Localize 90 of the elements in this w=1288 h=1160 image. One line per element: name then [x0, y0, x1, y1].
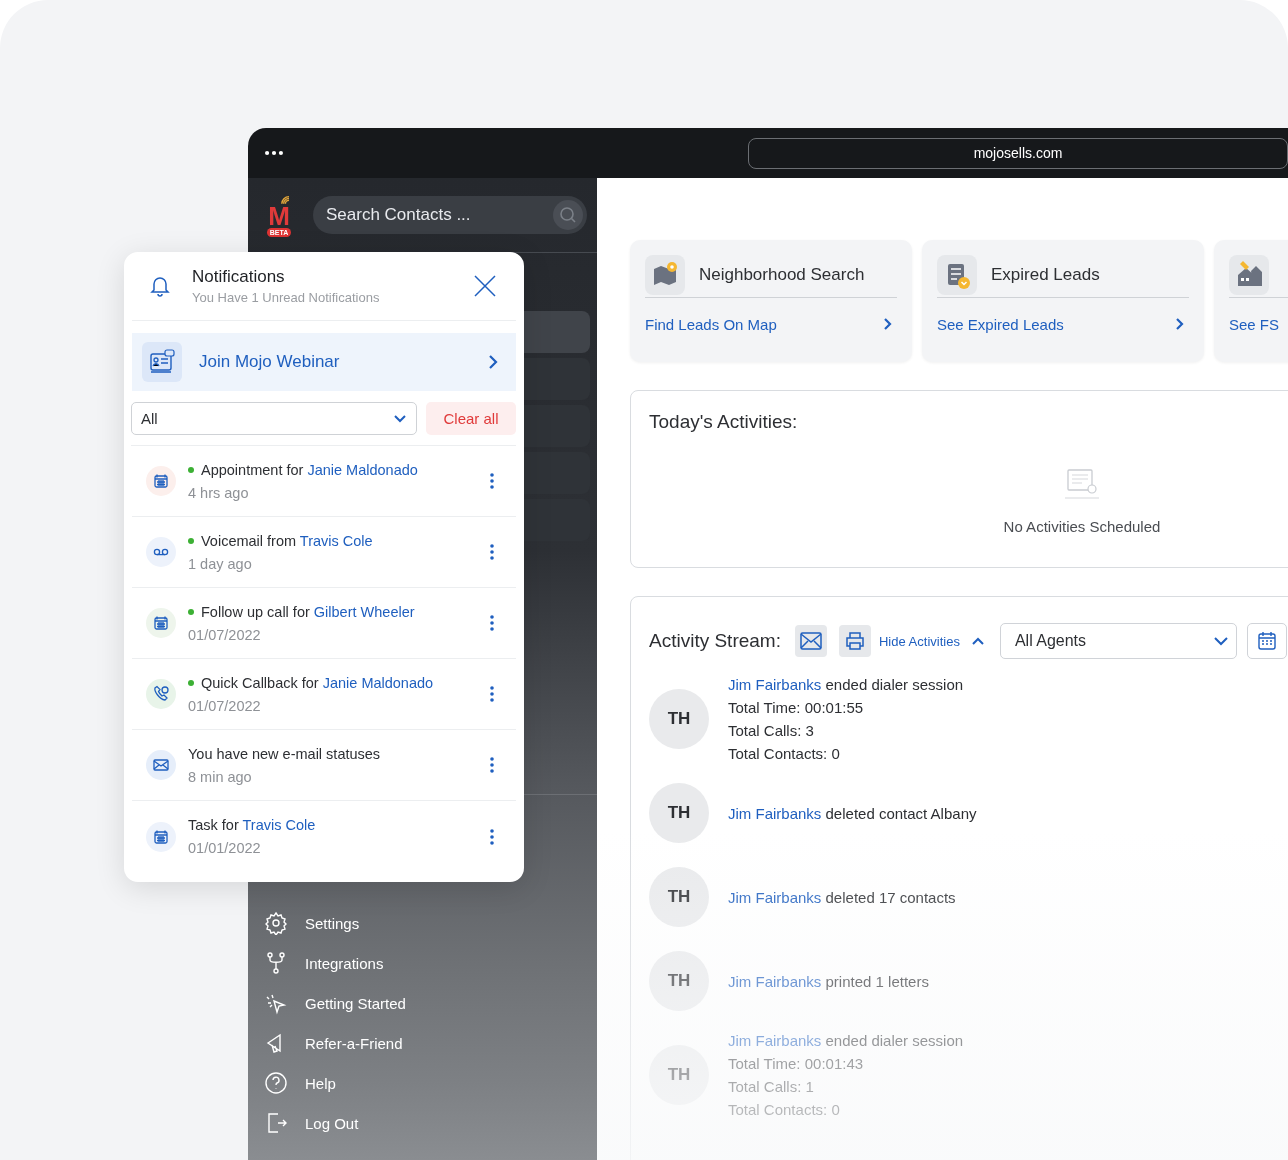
- chevron-icon: [488, 354, 498, 370]
- activity-detail: Total Calls: 3: [728, 721, 815, 741]
- search-input[interactable]: Search Contacts ...: [324, 204, 553, 226]
- avatar: TH: [649, 867, 709, 927]
- panel-subtitle: You Have 1 Unread Notifications: [192, 290, 381, 305]
- branch-icon[interactable]: [264, 951, 288, 975]
- empty-message: No Activities Scheduled: [1003, 518, 1161, 535]
- email-button[interactable]: [795, 625, 827, 657]
- notification-text: You have new e-mail statuses: [188, 745, 381, 762]
- notification-time: 01/07/2022: [188, 697, 262, 714]
- card-link[interactable]: Find Leads On Map: [645, 298, 897, 350]
- notification-time: 4 hrs ago: [188, 484, 250, 501]
- more-icon[interactable]: [490, 544, 494, 560]
- notification-text: Quick Callback for Janie Maldonado: [201, 674, 434, 691]
- help-icon[interactable]: [264, 1071, 288, 1095]
- filter-dropdown[interactable]: All: [131, 402, 417, 435]
- activity-text: Jim Fairbanks ended dialer session: [728, 675, 964, 695]
- bell-icon: [150, 275, 170, 297]
- notification-row[interactable]: You have new e-mail statuses 8 min ago: [132, 730, 516, 801]
- notification-time: 1 day ago: [188, 555, 253, 572]
- activity-text: Jim Fairbanks printed 1 letters: [728, 971, 929, 992]
- sidebar-item[interactable]: Refer-a-Friend: [305, 1034, 403, 1052]
- calendar-icon: [1256, 631, 1277, 651]
- sidebar-item[interactable]: Help: [305, 1074, 336, 1092]
- activity-detail: Total Calls: 1: [728, 1077, 815, 1097]
- empty-list-icon: [1065, 468, 1099, 500]
- avatar: TH: [649, 951, 709, 1011]
- settings-icon[interactable]: [264, 911, 288, 935]
- contact-link[interactable]: Jim Fairbanks: [728, 804, 822, 822]
- contact-link[interactable]: Travis Cole: [299, 532, 373, 549]
- more-icon[interactable]: [490, 615, 494, 631]
- activity-detail: Total Time: 00:01:55: [728, 698, 865, 718]
- contact-link[interactable]: Jim Fairbanks: [728, 888, 822, 906]
- map-pin-icon: [645, 254, 685, 295]
- hide-activities-link[interactable]: Hide Activities: [879, 633, 984, 649]
- activity-detail: Total Contacts: 0: [728, 1100, 841, 1120]
- search-field[interactable]: Search Contacts ...: [313, 196, 587, 234]
- contact-link[interactable]: Travis Cole: [242, 817, 316, 833]
- card-link[interactable]: See FS: [1229, 298, 1288, 350]
- contact-link[interactable]: Gilbert Wheeler: [313, 603, 415, 620]
- notification-text: Follow up call for Gilbert Wheeler: [201, 603, 415, 620]
- panel-title: Notifications: [192, 267, 286, 287]
- chevron-up-icon: [971, 637, 984, 645]
- house-tag-icon: [1229, 254, 1269, 295]
- print-button[interactable]: [839, 625, 871, 657]
- sidebar-item[interactable]: Settings: [305, 914, 360, 932]
- chevron-down-icon: [1213, 636, 1228, 646]
- card-link[interactable]: See Expired Leads: [937, 298, 1189, 350]
- contact-link[interactable]: Jim Fairbanks: [728, 972, 822, 990]
- printer-icon: [845, 631, 865, 651]
- clear-all-button[interactable]: Clear all: [426, 402, 516, 435]
- contact-link[interactable]: Janie Maldonado: [322, 674, 434, 691]
- activity-text: Jim Fairbanks deleted contact Albany: [728, 803, 977, 824]
- sidebar-item[interactable]: Log Out: [305, 1114, 359, 1132]
- notification-row[interactable]: Task for Travis Cole 01/01/2022: [132, 801, 516, 872]
- contact-link[interactable]: Jim Fairbanks: [728, 676, 822, 693]
- list-clock-icon: [937, 254, 977, 295]
- card-title: Neighborhood Search: [699, 264, 865, 285]
- notification-text: Voicemail from Travis Cole: [201, 532, 373, 549]
- activity-text: Jim Fairbanks deleted 17 contacts: [728, 887, 956, 908]
- more-icon[interactable]: [490, 686, 494, 702]
- notification-text: Task for Travis Cole: [188, 817, 316, 833]
- sidebar-item[interactable]: Getting Started: [305, 994, 406, 1012]
- calendar-button[interactable]: [1246, 623, 1287, 659]
- card-title: Expired Leads: [991, 264, 1100, 285]
- more-icon[interactable]: [490, 757, 494, 773]
- webinar-icon: [142, 342, 182, 382]
- notification-time: 8 min ago: [188, 768, 253, 785]
- more-icon[interactable]: [490, 473, 494, 489]
- panel-title: Today's Activities:: [649, 411, 799, 433]
- activity-detail: Total Time: 00:01:43: [728, 1054, 865, 1074]
- avatar: TH: [649, 783, 709, 843]
- activity-text: Jim Fairbanks ended dialer session: [728, 1031, 964, 1051]
- notification-time: 01/01/2022: [188, 840, 262, 856]
- envelope-icon: [800, 632, 822, 650]
- notification-time: 01/07/2022: [188, 626, 262, 643]
- webinar-banner[interactable]: Join Mojo Webinar: [132, 333, 516, 391]
- notification-text: Appointment for Janie Maldonado: [201, 461, 418, 478]
- search-icon[interactable]: [553, 200, 583, 230]
- avatar: TH: [649, 689, 709, 749]
- activity-detail: Total Contacts: 0: [728, 744, 841, 764]
- agent-dropdown[interactable]: All Agents: [999, 623, 1237, 659]
- address-bar[interactable]: mojosells.com: [748, 137, 1288, 169]
- avatar: TH: [649, 1045, 709, 1105]
- more-icon[interactable]: [490, 828, 494, 845]
- chevron-down-icon: [394, 414, 406, 423]
- contact-link[interactable]: Janie Maldonado: [307, 461, 418, 478]
- panel-title: Activity Stream:: [649, 630, 781, 652]
- sidebar-item[interactable]: Integrations: [305, 954, 384, 972]
- close-icon[interactable]: [474, 275, 496, 297]
